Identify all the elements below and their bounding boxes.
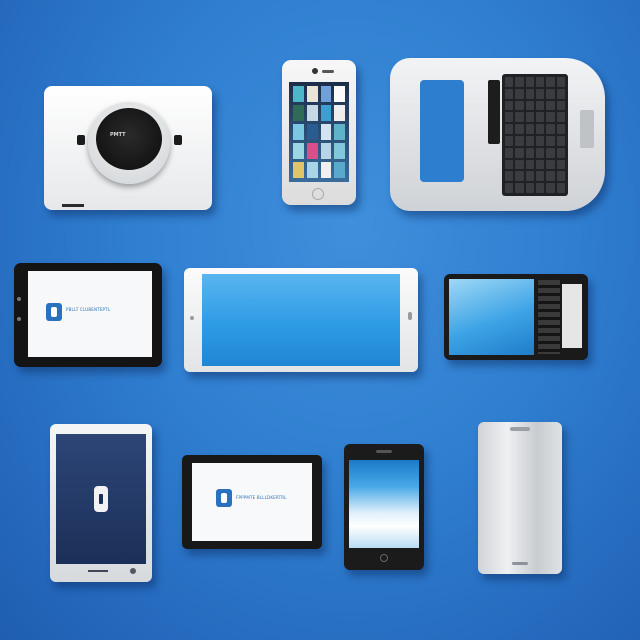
key (546, 147, 555, 158)
key (556, 100, 565, 111)
tablet-screen-text: FPPPMTE BLLLDKERTRL (236, 495, 287, 500)
keyboard-keys (502, 74, 568, 196)
key (535, 88, 545, 99)
key (525, 124, 534, 134)
phone-screen (349, 460, 419, 548)
key (556, 147, 565, 158)
navy-tablet-portrait (50, 424, 152, 582)
silver-smartphone-back (478, 422, 562, 574)
key (546, 77, 555, 87)
key (556, 112, 565, 123)
key (556, 171, 565, 182)
key (535, 171, 545, 182)
key (505, 77, 514, 87)
key (505, 183, 514, 193)
key (556, 124, 565, 134)
key (546, 159, 555, 170)
laptop-keyboard (390, 58, 605, 211)
white-tablet-blue-screen (184, 268, 418, 372)
key (505, 88, 514, 99)
small-tablet-landscape: FPPPMTE BLLLDKERTRL (182, 455, 322, 549)
home-button-icon (312, 188, 324, 200)
key (505, 124, 514, 134)
trackpad (580, 110, 594, 148)
key (535, 112, 545, 123)
home-button-icon (380, 554, 388, 562)
key (535, 159, 545, 170)
key (535, 183, 545, 193)
key (525, 183, 534, 193)
tablet-screen (202, 274, 400, 366)
key (546, 135, 555, 146)
key (515, 147, 524, 158)
smartphone-app-grid (282, 60, 356, 205)
key (556, 183, 565, 193)
key (535, 100, 545, 111)
key (515, 77, 524, 87)
key (515, 159, 524, 170)
key (505, 147, 514, 158)
phone-screen (449, 279, 534, 355)
key (556, 77, 565, 87)
key (556, 88, 565, 99)
key (525, 135, 534, 146)
key (535, 135, 545, 146)
key (546, 100, 555, 111)
tablet-screen-text: PBLLT CLUBENTEPTL (66, 307, 111, 312)
phone-screen (289, 82, 349, 182)
key (546, 171, 555, 182)
key (556, 135, 565, 146)
key (515, 100, 524, 111)
tablet-screen: PBLLT CLUBENTEPTL (28, 271, 152, 357)
app-logo-icon (216, 489, 232, 507)
key (515, 88, 524, 99)
black-smartphone (344, 444, 424, 570)
slider-phone-keyboard (444, 274, 588, 360)
key (525, 112, 534, 123)
smart-speaker-dock: PMTT (44, 86, 212, 210)
key (525, 171, 534, 182)
key (515, 183, 524, 193)
speaker-icon: PMTT (88, 102, 170, 184)
key (525, 100, 534, 111)
key (535, 77, 545, 87)
key (505, 100, 514, 111)
app-logo-icon (46, 303, 62, 321)
key (515, 124, 524, 134)
key (546, 183, 555, 193)
key (505, 135, 514, 146)
key (525, 88, 534, 99)
speaker-logo-text: PMTT (110, 132, 126, 138)
key (515, 171, 524, 182)
key (546, 124, 555, 134)
key (525, 147, 534, 158)
keyboard-keys (538, 280, 560, 354)
key (505, 159, 514, 170)
black-tablet-landscape: PBLLT CLUBENTEPTL (14, 263, 162, 367)
key (546, 88, 555, 99)
tablet-screen: FPPPMTE BLLLDKERTRL (192, 463, 312, 541)
key (525, 159, 534, 170)
key (505, 112, 514, 123)
lock-icon (94, 486, 108, 512)
key (535, 124, 545, 134)
key (515, 112, 524, 123)
key (515, 135, 524, 146)
key (535, 147, 545, 158)
key (525, 77, 534, 87)
tablet-screen (56, 434, 146, 564)
key (505, 171, 514, 182)
key (556, 159, 565, 170)
key (546, 112, 555, 123)
